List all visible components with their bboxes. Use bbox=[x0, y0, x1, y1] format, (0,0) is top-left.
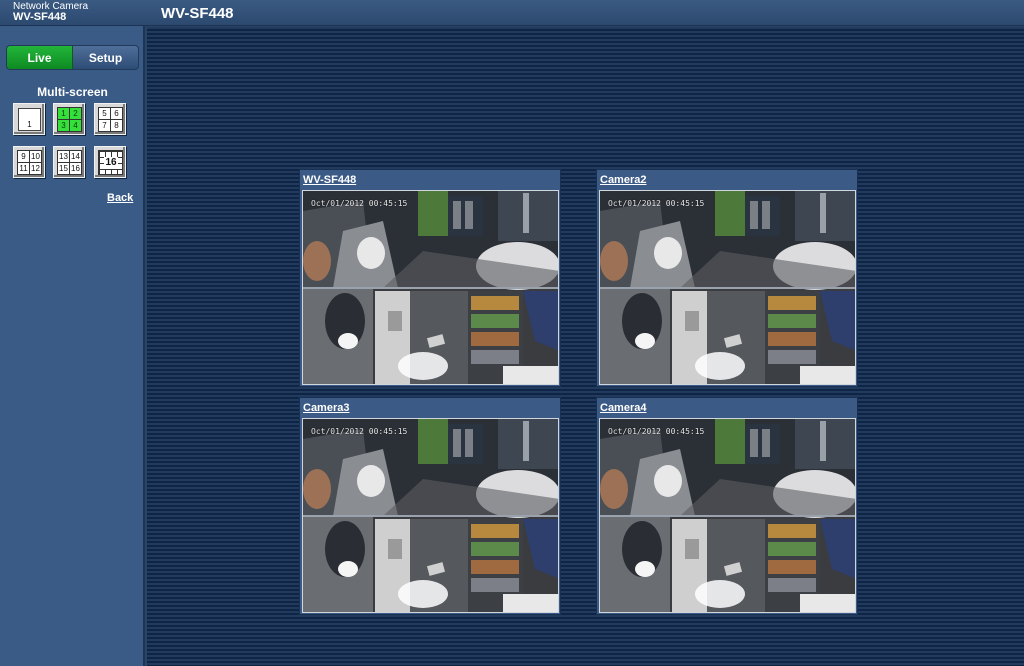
camera-title-link[interactable]: Camera4 bbox=[600, 402, 646, 414]
camera-panel: Camera3 Oct/01/2012 00:45:15 bbox=[299, 397, 561, 615]
camera-timestamp: Oct/01/2012 00:45:15 bbox=[311, 427, 408, 436]
layout-quad-9-12-button[interactable]: 9 10 11 12 bbox=[13, 146, 45, 178]
page-title: WV-SF448 bbox=[161, 5, 234, 22]
camera-timestamp: Oct/01/2012 00:45:15 bbox=[311, 199, 408, 208]
camera-panel: Camera2 Oct/01/2012 00:45:15 bbox=[596, 169, 858, 387]
camera-scene-image bbox=[600, 191, 855, 384]
camera-video-feed[interactable]: Oct/01/2012 00:45:15 bbox=[302, 190, 559, 385]
camera-timestamp: Oct/01/2012 00:45:15 bbox=[608, 427, 705, 436]
back-link[interactable]: Back bbox=[107, 192, 133, 204]
quad-screen-icon: 1 2 3 4 bbox=[57, 107, 82, 132]
quad-screen-icon: 9 10 11 12 bbox=[17, 150, 42, 175]
camera-video-feed[interactable]: Oct/01/2012 00:45:15 bbox=[599, 190, 856, 385]
camera-video-feed[interactable]: Oct/01/2012 00:45:15 bbox=[599, 418, 856, 613]
camera-scene-image bbox=[303, 419, 558, 612]
layout-quad-13-16-button[interactable]: 13 14 15 16 bbox=[53, 146, 85, 178]
quad-screen-icon: 13 14 15 16 bbox=[57, 150, 82, 175]
layout-sixteen-button[interactable]: 16 bbox=[94, 146, 126, 178]
camera-scene-image bbox=[600, 419, 855, 612]
layout-quad-5-8-button[interactable]: 5 6 7 8 bbox=[94, 103, 126, 135]
camera-title-link[interactable]: WV-SF448 bbox=[303, 174, 356, 186]
sidebar: Live Setup Multi-screen 1 1 2 3 4 5 6 7 … bbox=[0, 26, 145, 666]
brand-block: Network Camera WV-SF448 bbox=[13, 1, 88, 23]
camera-video-feed[interactable]: Oct/01/2012 00:45:15 bbox=[302, 418, 559, 613]
multiscreen-label: Multi-screen bbox=[37, 85, 108, 99]
single-screen-icon: 1 bbox=[18, 108, 41, 131]
layout-quad-1-4-button[interactable]: 1 2 3 4 bbox=[53, 103, 85, 135]
camera-timestamp: Oct/01/2012 00:45:15 bbox=[608, 199, 705, 208]
camera-scene-image bbox=[303, 191, 558, 384]
quad-screen-icon: 5 6 7 8 bbox=[98, 107, 123, 132]
sixteen-screen-icon: 16 bbox=[98, 150, 123, 175]
camera-panel: Camera4 Oct/01/2012 00:45:15 bbox=[596, 397, 858, 615]
tab-setup[interactable]: Setup bbox=[73, 46, 138, 69]
camera-title-link[interactable]: Camera2 bbox=[600, 174, 646, 186]
mode-tabs: Live Setup bbox=[6, 45, 139, 70]
top-header: Network Camera WV-SF448 WV-SF448 bbox=[0, 0, 1024, 26]
main-viewer: WV-SF448 Oct/01/2012 00:45:15 Camera2 Oc… bbox=[147, 27, 1024, 666]
product-model: WV-SF448 bbox=[13, 11, 67, 23]
layout-single-button[interactable]: 1 bbox=[13, 103, 45, 135]
tab-live[interactable]: Live bbox=[7, 46, 73, 69]
camera-title-link[interactable]: Camera3 bbox=[303, 402, 349, 414]
camera-panel: WV-SF448 Oct/01/2012 00:45:15 bbox=[299, 169, 561, 387]
